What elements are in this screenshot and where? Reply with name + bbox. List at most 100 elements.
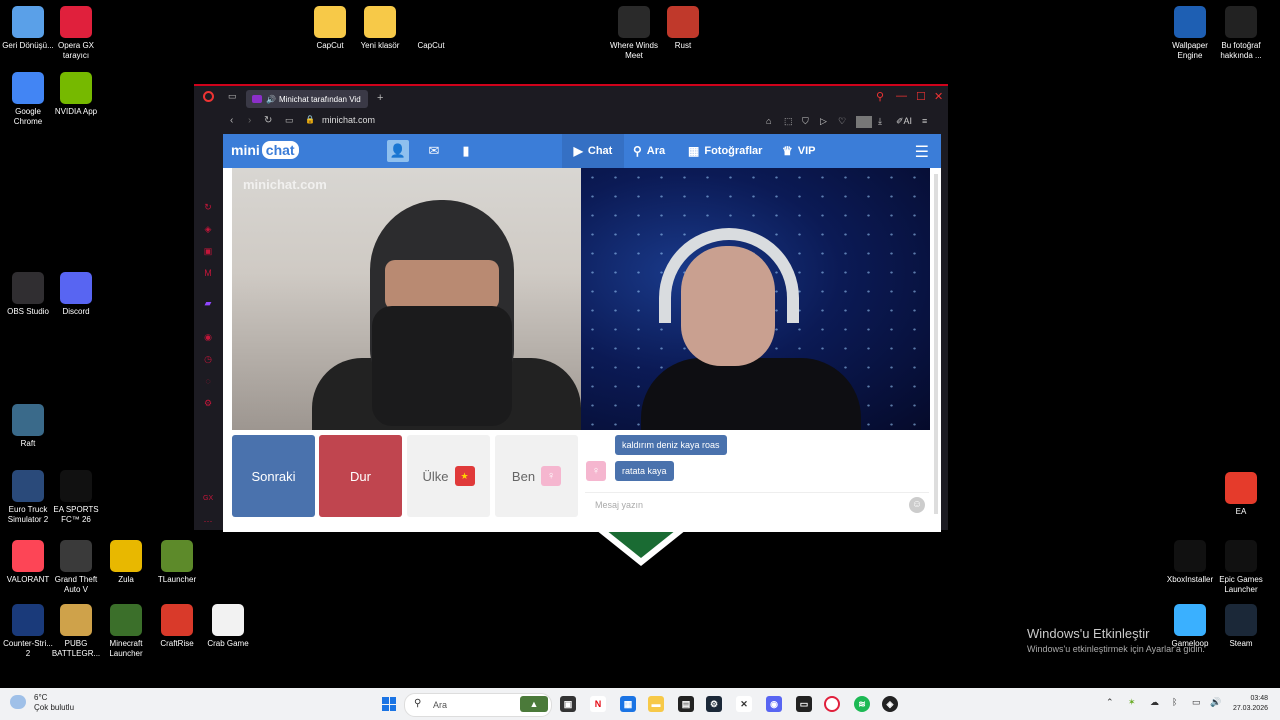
sidebar-twitch-icon[interactable]: ▰ bbox=[203, 298, 213, 308]
tray-chevron-icon[interactable]: ⌃ bbox=[1106, 697, 1114, 708]
desktop-icon[interactable]: EA SPORTS FC™ 26 bbox=[48, 470, 104, 525]
player-icon[interactable]: ▷ bbox=[820, 116, 827, 127]
sidebar-box-icon[interactable]: ▣ bbox=[203, 246, 213, 256]
page-scrollbar[interactable] bbox=[934, 174, 938, 514]
desktop-icon-label: Minecraft Launcher bbox=[109, 639, 143, 658]
snapshot-icon[interactable]: ⬚ bbox=[784, 116, 793, 127]
camera-icon[interactable]: ▭ bbox=[285, 115, 294, 126]
profile-icon[interactable]: 👤 bbox=[387, 140, 409, 162]
nav-vip[interactable]: ♛ VIP bbox=[782, 134, 816, 168]
desktop-icon[interactable]: Steam bbox=[1213, 604, 1269, 649]
desktop-icon[interactable]: PUBG BATTLEGR... bbox=[48, 604, 104, 659]
task-view-icon[interactable]: ▣ bbox=[560, 696, 576, 712]
desktop-icon[interactable]: EA bbox=[1213, 472, 1269, 517]
me-button[interactable]: Ben ♀ bbox=[495, 435, 578, 517]
message-input[interactable] bbox=[593, 499, 897, 511]
desktop-icon[interactable]: Crab Game bbox=[200, 604, 256, 649]
sidebar-m-icon[interactable]: M bbox=[203, 268, 213, 278]
minichat-logo[interactable]: mini chat bbox=[231, 141, 299, 159]
forward-icon[interactable]: › bbox=[248, 115, 251, 126]
desktop-icon[interactable]: Bu fotoğraf hakkında ... bbox=[1213, 6, 1269, 61]
nav-search[interactable]: ⚲ Ara bbox=[633, 134, 665, 168]
tray-volume-icon[interactable]: 🔊 bbox=[1210, 697, 1221, 708]
tab-menu-icon[interactable]: ▭ bbox=[228, 91, 237, 102]
desktop-icon[interactable]: XboxInstaller bbox=[1162, 540, 1218, 585]
desktop-icon[interactable]: Minecraft Launcher bbox=[98, 604, 154, 659]
sidebar-player-icon[interactable]: ◉ bbox=[203, 332, 213, 342]
sidebar-settings-icon[interactable]: ⚙ bbox=[203, 398, 213, 408]
speaker-icon[interactable]: 🔊 bbox=[266, 95, 276, 104]
url-field[interactable]: minichat.com bbox=[322, 115, 375, 125]
sidebar-refresh-icon[interactable]: ↻ bbox=[203, 202, 213, 212]
steam-icon[interactable]: ⚙ bbox=[706, 696, 722, 712]
nav-photos[interactable]: ▦ Fotoğraflar bbox=[688, 134, 762, 168]
tab-minichat[interactable]: 🔊 Minichat tarafından Vid bbox=[246, 90, 368, 108]
sidebar-bag-icon[interactable]: ◈ bbox=[203, 224, 213, 234]
tray-bluetooth-icon[interactable]: ᛒ bbox=[1172, 697, 1177, 707]
desktop-icon[interactable]: CapCut bbox=[302, 6, 358, 51]
desktop-icon[interactable]: Opera GX tarayıcı bbox=[48, 6, 104, 61]
new-tab-button[interactable]: + bbox=[377, 92, 383, 104]
minimize-button[interactable]: — bbox=[896, 90, 907, 102]
next-button[interactable]: Sonraki bbox=[232, 435, 315, 517]
weather-widget[interactable]: 6°C Çok bulutlu bbox=[10, 693, 74, 713]
tray-app-icon[interactable]: ✶ bbox=[1128, 697, 1136, 708]
emoji-icon[interactable]: ☺ bbox=[909, 497, 925, 513]
desktop-icon[interactable]: CapCut bbox=[403, 6, 459, 51]
desktop-icon[interactable]: Wallpaper Engine bbox=[1162, 6, 1218, 61]
opera-gx-icon[interactable] bbox=[824, 696, 840, 712]
desktop-icon[interactable]: Where Winds Meet bbox=[606, 6, 662, 61]
menu-icon[interactable]: ≡ bbox=[922, 116, 927, 126]
country-button[interactable]: Ülke ★ bbox=[407, 435, 490, 517]
windows-start-icon[interactable] bbox=[382, 697, 396, 711]
desktop-icon[interactable]: Rust bbox=[655, 6, 711, 51]
pin-icon[interactable]: ⌂ bbox=[766, 116, 771, 126]
heart-icon[interactable]: ♡ bbox=[838, 116, 846, 127]
desktop-icon[interactable]: Zula bbox=[98, 540, 154, 585]
sidebar-gx-icon[interactable]: GX bbox=[203, 494, 213, 504]
hamburger-menu-icon[interactable]: ☰ bbox=[915, 142, 929, 162]
terminal-icon[interactable]: ▭ bbox=[796, 696, 812, 712]
desktop-icon[interactable]: TLauncher bbox=[149, 540, 205, 585]
store-icon[interactable]: ▦ bbox=[620, 696, 636, 712]
sidebar-history-icon[interactable]: ◷ bbox=[203, 354, 213, 364]
tray-display-icon[interactable]: ▭ bbox=[1192, 697, 1201, 708]
opera-logo-icon[interactable] bbox=[203, 91, 214, 102]
nav-search-label: Ara bbox=[646, 145, 666, 157]
tray-cloud-icon[interactable]: ☁ bbox=[1150, 697, 1159, 708]
desktop-icon[interactable]: Epic Games Launcher bbox=[1213, 540, 1269, 595]
app-icon bbox=[314, 6, 346, 38]
mail-icon[interactable]: ✉ bbox=[423, 140, 445, 162]
desktop-wallpaper-emblem bbox=[596, 530, 686, 566]
calculator-icon[interactable]: ▤ bbox=[678, 696, 694, 712]
sidebar-chat-icon[interactable]: ◌ bbox=[203, 376, 213, 386]
download-icon[interactable]: ⤓ bbox=[878, 116, 882, 127]
app-icon bbox=[60, 604, 92, 636]
maximize-button[interactable]: ☐ bbox=[916, 90, 926, 103]
desktop-icon[interactable]: CraftRise bbox=[149, 604, 205, 649]
reload-icon[interactable]: ↻ bbox=[264, 115, 272, 126]
discord-icon[interactable]: ◉ bbox=[766, 696, 782, 712]
xbox-icon[interactable]: ✕ bbox=[736, 696, 752, 712]
app-icon[interactable]: ◈ bbox=[882, 696, 898, 712]
desktop-icon[interactable]: Yeni klasör bbox=[352, 6, 408, 51]
desktop-icon[interactable]: Discord bbox=[48, 272, 104, 317]
desktop-icon[interactable]: Grand Theft Auto V bbox=[48, 540, 104, 595]
bookmark-icon[interactable]: ▮ bbox=[455, 140, 477, 162]
profile-avatar[interactable] bbox=[856, 116, 872, 128]
folder-icon[interactable]: ▬ bbox=[648, 696, 664, 712]
shield-icon[interactable]: ⛉ bbox=[802, 116, 809, 127]
search-tabs-icon[interactable]: ⚲ bbox=[876, 90, 884, 103]
desktop-icon[interactable]: Raft bbox=[0, 404, 56, 449]
spotify-icon[interactable]: ≋ bbox=[854, 696, 870, 712]
close-button[interactable]: ✕ bbox=[934, 90, 943, 103]
ai-icon[interactable]: ✐AI bbox=[896, 116, 912, 127]
taskbar-clock[interactable]: 03:48 27.03.2026 bbox=[1233, 694, 1268, 714]
back-icon[interactable]: ‹ bbox=[230, 115, 233, 126]
landscape-widget-icon[interactable]: ▲ bbox=[520, 696, 548, 712]
desktop-icon[interactable]: NVIDIA App bbox=[48, 72, 104, 117]
sidebar-more-icon[interactable]: ⋯ bbox=[203, 516, 213, 526]
netflix-icon[interactable]: N bbox=[590, 696, 606, 712]
stop-button[interactable]: Dur bbox=[319, 435, 402, 517]
nav-chat[interactable]: ▶ Chat bbox=[562, 134, 624, 168]
